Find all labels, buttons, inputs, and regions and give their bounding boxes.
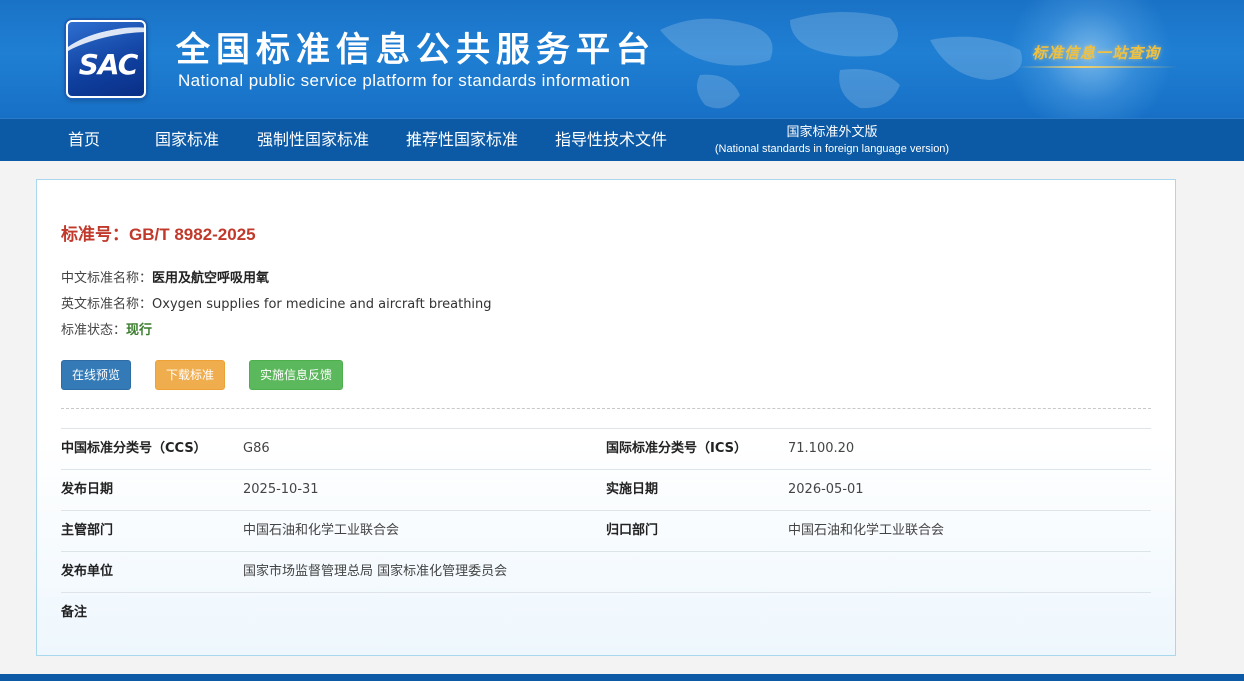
ccs-value: G86: [243, 441, 270, 456]
publisher-label: 发布单位: [61, 564, 114, 579]
remarks-label: 备注: [61, 605, 88, 620]
responsible-dept-value: 中国石油和化学工业联合会: [788, 523, 945, 538]
publisher-value: 国家市场监督管理总局 国家标准化管理委员会: [243, 564, 508, 579]
nav-guidance-documents[interactable]: 指导性技术文件: [555, 119, 667, 162]
standard-detail-card: 标准号：GB/T 8982-2025 中文标准名称：医用及航空呼吸用氧 英文标准…: [36, 179, 1176, 656]
nav-foreign-label-en: (National standards in foreign language …: [714, 143, 950, 155]
table-row: 发布单位 国家市场监督管理总局 国家标准化管理委员会: [61, 551, 1151, 592]
nav-foreign-label-cn: 国家标准外文版: [786, 125, 878, 140]
nav-foreign-language-version[interactable]: 国家标准外文版 (National standards in foreign l…: [700, 125, 964, 157]
site-title-en: National public service platform for sta…: [178, 71, 631, 90]
status-label: 标准状态：: [61, 323, 127, 338]
cn-name-value: 医用及航空呼吸用氧: [152, 271, 270, 286]
table-row: 备注: [61, 592, 1151, 633]
slogan-underline: [1018, 66, 1178, 68]
competent-dept-label: 主管部门: [61, 523, 114, 538]
status-row: 标准状态：现行: [61, 319, 152, 338]
responsible-dept-label: 归口部门: [606, 523, 659, 538]
status-value: 现行: [126, 323, 153, 338]
detail-table: 中国标准分类号（CCS） G86 国际标准分类号（ICS） 71.100.20 …: [61, 428, 1151, 633]
sac-logo[interactable]: SAC: [66, 20, 146, 98]
download-standard-button[interactable]: 下载标准: [155, 360, 225, 390]
footer-bar: [0, 674, 1244, 681]
effective-date-label: 实施日期: [606, 482, 659, 497]
nav-national-standards[interactable]: 国家标准: [155, 119, 219, 162]
nav-home[interactable]: 首页: [68, 119, 100, 162]
dashed-divider: [61, 408, 1151, 409]
table-row: 主管部门 中国石油和化学工业联合会 归口部门 中国石油和化学工业联合会: [61, 510, 1151, 551]
en-name-label: 英文标准名称：: [61, 297, 153, 312]
en-name-value: Oxygen supplies for medicine and aircraf…: [152, 297, 492, 312]
main-nav: 首页 国家标准 强制性国家标准 推荐性国家标准 指导性技术文件 国家标准外文版 …: [0, 118, 1244, 161]
table-row: 中国标准分类号（CCS） G86 国际标准分类号（ICS） 71.100.20: [61, 428, 1151, 469]
cn-name-label: 中文标准名称：: [61, 271, 153, 286]
world-map-decoration: [660, 11, 1022, 109]
table-row: 发布日期 2025-10-31 实施日期 2026-05-01: [61, 469, 1151, 510]
site-header-banner: SAC 全国标准信息公共服务平台 National public service…: [0, 0, 1244, 118]
ics-label: 国际标准分类号（ICS）: [606, 441, 747, 456]
publish-date-value: 2025-10-31: [243, 482, 319, 497]
logo-text: SAC: [78, 48, 139, 81]
effective-date-value: 2026-05-01: [788, 482, 864, 497]
cn-name-row: 中文标准名称：医用及航空呼吸用氧: [61, 267, 269, 286]
publish-date-label: 发布日期: [61, 482, 114, 497]
ccs-label: 中国标准分类号（CCS）: [61, 441, 207, 456]
nav-mandatory-standards[interactable]: 强制性国家标准: [257, 119, 369, 162]
standard-number: 标准号：GB/T 8982-2025: [61, 225, 256, 244]
online-preview-button[interactable]: 在线预览: [61, 360, 131, 390]
site-title-cn: 全国标准信息公共服务平台: [176, 30, 656, 70]
competent-dept-value: 中国石油和化学工业联合会: [243, 523, 400, 538]
en-name-row: 英文标准名称：Oxygen supplies for medicine and …: [61, 293, 492, 312]
ics-value: 71.100.20: [788, 441, 855, 456]
slogan-text: 标准信息一站查询: [1032, 44, 1161, 62]
feedback-button[interactable]: 实施信息反馈: [249, 360, 343, 390]
nav-recommended-standards[interactable]: 推荐性国家标准: [406, 119, 518, 162]
